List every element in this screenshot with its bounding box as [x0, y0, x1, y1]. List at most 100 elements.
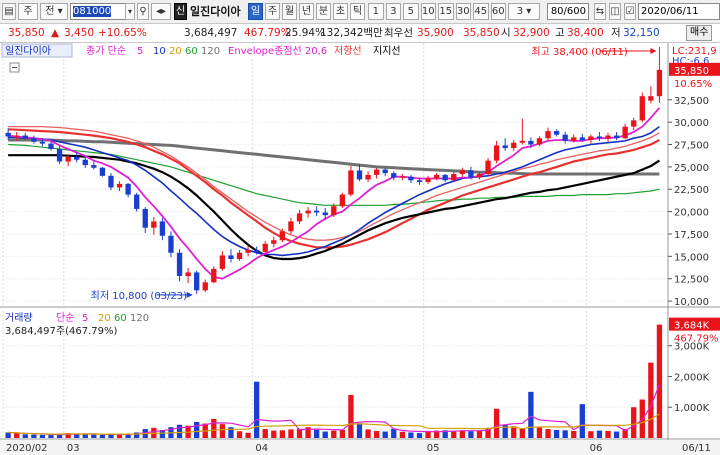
period-tab-1[interactable]: 주: [265, 3, 280, 20]
candle-body: [631, 120, 637, 127]
low-annotation: 최저 10,800 (03/23): [91, 290, 187, 302]
interval-tab-1[interactable]: 1: [368, 3, 384, 20]
date-tick-label: 05: [427, 443, 440, 454]
period-tab-2[interactable]: 월: [282, 3, 297, 20]
candle-body: [519, 140, 525, 143]
search-icon[interactable]: ⚲: [137, 3, 149, 20]
candle-body: [185, 272, 191, 277]
checkbox-icon[interactable]: ☑: [624, 3, 636, 20]
period-tab-0[interactable]: 일: [248, 3, 263, 20]
quote-line: 35,850 ▲ 3,450 +10.65% 3,684,497 467.79%…: [0, 24, 720, 43]
candle-body: [356, 170, 363, 180]
volume-bar: [451, 430, 457, 438]
volume-bar: [596, 430, 603, 438]
market-select[interactable]: 전 ▾: [40, 3, 68, 20]
candle-body: [279, 231, 286, 241]
price-tick-label: 27,500: [674, 141, 709, 152]
interval-tab-30[interactable]: 30: [455, 3, 471, 20]
volume-bar: [245, 432, 251, 438]
candle-body: [511, 142, 517, 149]
volume-tick-label: 1,000K: [674, 403, 710, 414]
stock-code-input[interactable]: 081000: [70, 3, 126, 20]
volume-legend-period: 5: [82, 313, 88, 324]
volume-bar: [262, 429, 268, 438]
price-tick-label: 12,500: [674, 275, 709, 286]
candle-body: [468, 170, 474, 178]
volume-bar: [288, 429, 294, 438]
date-input[interactable]: 2020/06/11: [638, 3, 720, 20]
interval-tab-15[interactable]: 15: [438, 3, 454, 20]
type-select[interactable]: 주: [18, 3, 38, 20]
low-label: 저: [611, 27, 621, 39]
candle-body: [605, 135, 611, 139]
period-tab-5[interactable]: 초: [333, 3, 348, 20]
candle-body: [74, 157, 80, 160]
period-tab-6[interactable]: 틱: [350, 3, 365, 20]
volume-bar: [579, 404, 585, 438]
date-tick-label: 04: [255, 443, 268, 454]
period-tab-3[interactable]: 년: [299, 3, 314, 20]
prev-next-icon[interactable]: ◂▸: [151, 3, 171, 20]
volume-bar: [91, 434, 97, 438]
date-tick-label: 03: [67, 443, 80, 454]
candle-body: [134, 194, 140, 209]
price-tick-label: 17,500: [674, 230, 709, 241]
candle-body: [48, 143, 54, 149]
market-select-label: 전: [45, 6, 55, 17]
volume-value: 3,684,497: [184, 27, 238, 39]
volume-bar: [194, 422, 200, 438]
candle-body: [562, 134, 568, 141]
price-tick-label: 10,000: [674, 297, 709, 308]
high-annotation: 최고 38,400 (06/11): [531, 46, 627, 58]
candle-body: [219, 255, 226, 269]
candle-body: [502, 145, 508, 149]
candle-body: [476, 174, 483, 178]
candle-body: [116, 183, 123, 188]
menu-icon[interactable]: ▤: [2, 3, 16, 20]
volume-legend-period: 120: [130, 313, 149, 324]
candle-body: [485, 160, 491, 175]
volume-legend-period: 60: [114, 313, 127, 324]
last-volume-pct-label: 467.79%: [674, 334, 719, 345]
nav-icon[interactable]: ⇆: [594, 3, 606, 20]
volume-bar: [313, 429, 320, 438]
price-legend-name: 일진다이아: [5, 45, 51, 57]
interval-tab-5[interactable]: 5: [403, 3, 419, 20]
volume-bar: [382, 431, 388, 438]
interval-tab-45[interactable]: 45: [473, 3, 489, 20]
volume-bar: [219, 424, 226, 438]
change-arrow: ▲: [51, 27, 60, 39]
candle-body: [305, 210, 311, 214]
period-tab-4[interactable]: 분: [316, 3, 331, 20]
volume-bar: [236, 431, 243, 438]
volume-bar: [493, 408, 500, 438]
candle-body: [348, 170, 354, 195]
interval-tab-10[interactable]: 10: [420, 3, 436, 20]
code-dropdown-icon[interactable]: ▾: [125, 3, 135, 20]
bid-value: 35,850: [463, 27, 500, 39]
volume-bar: [391, 428, 397, 438]
volume-bar: [22, 434, 28, 438]
volume-bar: [528, 391, 534, 438]
type-select-label: 주: [23, 6, 33, 17]
interval-tab-60[interactable]: 60: [490, 3, 506, 20]
open-value: 32,900: [513, 27, 550, 39]
candle-body: [14, 135, 20, 137]
candle-body: [408, 176, 414, 181]
volume-tick-label: 2,000K: [674, 372, 710, 383]
interval-select[interactable]: 3 ▾: [508, 3, 540, 20]
candle-body: [65, 157, 71, 162]
candle-body: [168, 235, 174, 253]
stock-chart: 10,000 12,500 15,000 17,500 20,000 22,500 25,0…: [0, 43, 720, 455]
buy-button[interactable]: 매수: [686, 25, 713, 41]
candle-body: [613, 135, 620, 139]
volume-bar: [588, 431, 594, 438]
volume-bar: [605, 430, 611, 438]
lock-icon[interactable]: ◫: [609, 3, 621, 20]
interval-tab-3[interactable]: 3: [385, 3, 401, 20]
price-legend-ma-label: 종가 단순: [86, 45, 126, 57]
volume-bar: [656, 324, 663, 438]
stock-name: 일진다이아: [190, 5, 241, 18]
candle-body: [622, 126, 628, 139]
count-input[interactable]: 80/600: [547, 3, 589, 20]
